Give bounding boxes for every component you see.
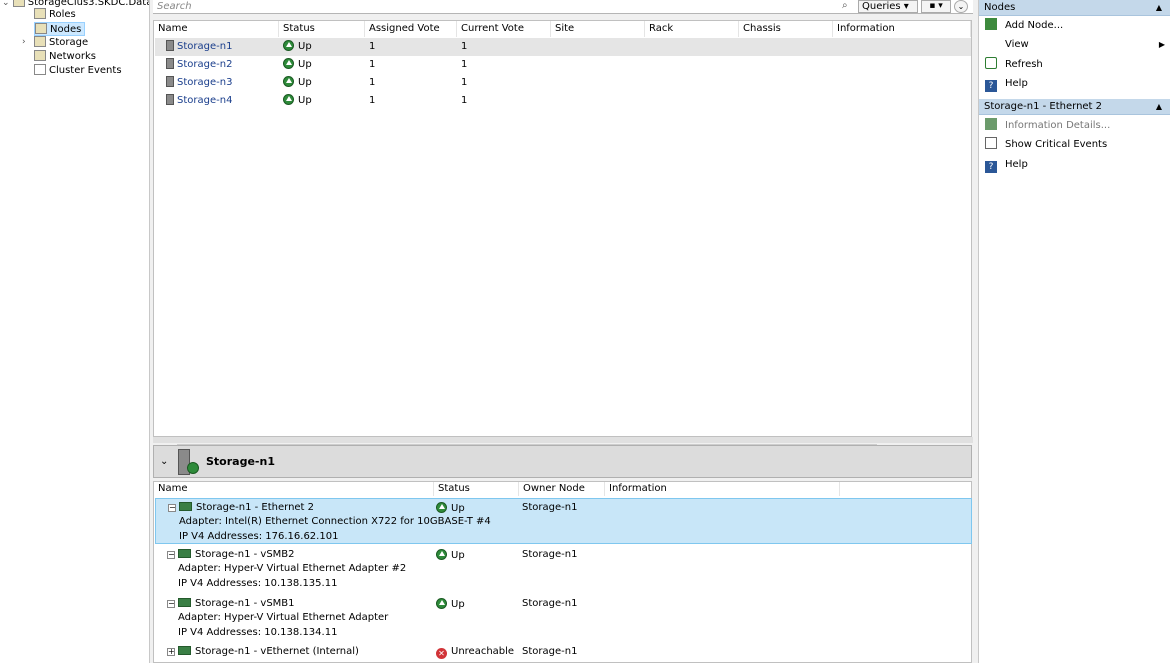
network-list: Name Status Owner Node Information − Stor… — [153, 481, 972, 663]
collapse-icon[interactable]: − — [167, 600, 175, 608]
status-up-icon — [283, 40, 294, 51]
column-header-chassis[interactable]: Chassis — [739, 21, 833, 37]
refresh-action[interactable]: Refresh — [985, 56, 1165, 74]
actions-pane: Nodes ▲ Add Node... View ▶ Refresh ? Help … — [978, 0, 1170, 663]
help-icon: ? — [985, 80, 997, 92]
column-header-status[interactable]: Status — [434, 482, 519, 496]
table-row[interactable]: Storage-n1 Up 1 1 — [155, 38, 971, 56]
column-header-name[interactable]: Name — [154, 21, 279, 37]
table-row[interactable]: Storage-n4 Up 1 1 — [155, 92, 971, 110]
collapse-icon[interactable]: − — [168, 504, 176, 512]
information-details-action[interactable]: Information Details... — [985, 117, 1165, 135]
status-unreachable-icon: ✕ — [436, 648, 447, 659]
queries-button[interactable]: Queries ▾ — [858, 0, 918, 13]
events-icon — [34, 64, 46, 75]
network-adapter-icon — [178, 646, 191, 655]
column-header-information[interactable]: Information — [605, 482, 840, 496]
detail-header: ⌄ Storage-n1 — [153, 445, 972, 478]
column-header-status[interactable]: Status — [279, 21, 365, 37]
network-row[interactable]: + Storage-n1 - vEthernet (Internal) ✕ Unre… — [155, 643, 972, 661]
collapse-up-icon[interactable]: ▲ — [1156, 0, 1162, 16]
network-row[interactable]: − Storage-n1 - vSMB2 Adapter: Hyper-V Vir… — [155, 546, 972, 594]
storage-icon — [34, 36, 46, 47]
view-action[interactable]: View ▶ — [985, 36, 1165, 54]
status-up-icon — [187, 462, 199, 474]
search-bar: Search ⌕ Queries ▾ ▪ ▾ ⌄ — [153, 0, 973, 14]
detail-title: Storage-n1 — [206, 455, 275, 468]
status-up-icon — [283, 94, 294, 105]
info-details-icon — [985, 118, 997, 130]
cluster-icon — [12, 0, 25, 7]
tree-item-storage[interactable]: Storage — [34, 36, 88, 50]
help-action[interactable]: ? Help — [985, 75, 1165, 93]
networks-icon — [34, 50, 46, 61]
collapse-up-icon[interactable]: ▲ — [1156, 99, 1162, 115]
network-adapter-icon — [179, 502, 192, 511]
navigation-tree: ⌄ StorageClus3.SKDC.DataOK Roles Nodes ›… — [0, 0, 150, 663]
column-header-owner-node[interactable]: Owner Node — [519, 482, 605, 496]
column-header-current-vote[interactable]: Current Vote — [457, 21, 551, 37]
network-row[interactable]: − Storage-n1 - vSMB1 Adapter: Hyper-V Vir… — [155, 595, 972, 643]
server-icon — [166, 40, 174, 51]
network-adapter-icon — [178, 598, 191, 607]
chevron-down-icon[interactable]: ⌄ — [160, 456, 168, 467]
nodes-table: Name Status Assigned Vote Current Vote S… — [153, 20, 972, 456]
status-up-icon — [436, 549, 447, 560]
table-row[interactable]: Storage-n3 Up 1 1 — [155, 74, 971, 92]
status-up-icon — [283, 76, 294, 87]
submenu-arrow-icon: ▶ — [1158, 40, 1165, 49]
chevron-down-icon[interactable]: ⌄ — [2, 0, 10, 8]
actions-section-selection[interactable]: Storage-n1 - Ethernet 2 ▲ — [979, 99, 1170, 115]
collapse-button[interactable]: ⌄ — [954, 0, 968, 13]
column-header-assigned-vote[interactable]: Assigned Vote — [365, 21, 457, 37]
status-up-icon — [283, 58, 294, 69]
tree-item-cluster-events[interactable]: Cluster Events — [34, 64, 122, 78]
tree-item-networks[interactable]: Networks — [34, 50, 96, 64]
actions-section-nodes[interactable]: Nodes ▲ — [979, 0, 1170, 16]
show-critical-events-action[interactable]: Show Critical Events — [985, 136, 1165, 154]
server-icon — [166, 94, 174, 105]
search-icon[interactable]: ⌕ — [842, 0, 848, 11]
expand-icon[interactable]: + — [167, 648, 175, 656]
pane-splitter[interactable] — [153, 437, 973, 443]
table-row[interactable]: Storage-n2 Up 1 1 — [155, 56, 971, 74]
tree-item-nodes[interactable]: Nodes — [34, 22, 86, 36]
network-adapter-icon — [178, 549, 191, 558]
help-action[interactable]: ? Help — [985, 156, 1165, 174]
events-icon — [985, 137, 997, 149]
column-header-rack[interactable]: Rack — [645, 21, 739, 37]
failover-cluster-manager-window: ⌄ StorageClus3.SKDC.DataOK Roles Nodes ›… — [0, 0, 1170, 663]
column-header-site[interactable]: Site — [551, 21, 645, 37]
server-icon — [166, 58, 174, 69]
chevron-right-icon[interactable]: › — [22, 37, 26, 47]
column-header-information[interactable]: Information — [833, 21, 971, 37]
network-row[interactable]: − Storage-n1 - Ethernet 2 Adapter: Intel(… — [155, 498, 972, 544]
tree-item-roles[interactable]: Roles — [34, 8, 76, 22]
status-up-icon — [436, 502, 447, 513]
add-node-icon — [985, 18, 997, 30]
save-query-button[interactable]: ▪ ▾ — [921, 0, 951, 13]
server-icon — [166, 76, 174, 87]
search-input[interactable]: Search — [157, 0, 192, 13]
main-content: Search ⌕ Queries ▾ ▪ ▾ ⌄ Name Status Ass… — [153, 0, 973, 663]
nodes-icon — [35, 23, 47, 34]
tree-root[interactable]: ⌄ StorageClus3.SKDC.DataOK — [2, 0, 149, 10]
column-header-name[interactable]: Name — [154, 482, 434, 496]
refresh-icon — [985, 57, 997, 69]
status-up-icon — [436, 598, 447, 609]
collapse-icon[interactable]: − — [167, 551, 175, 559]
help-icon: ? — [985, 161, 997, 173]
add-node-action[interactable]: Add Node... — [985, 17, 1165, 35]
roles-icon — [34, 8, 46, 19]
